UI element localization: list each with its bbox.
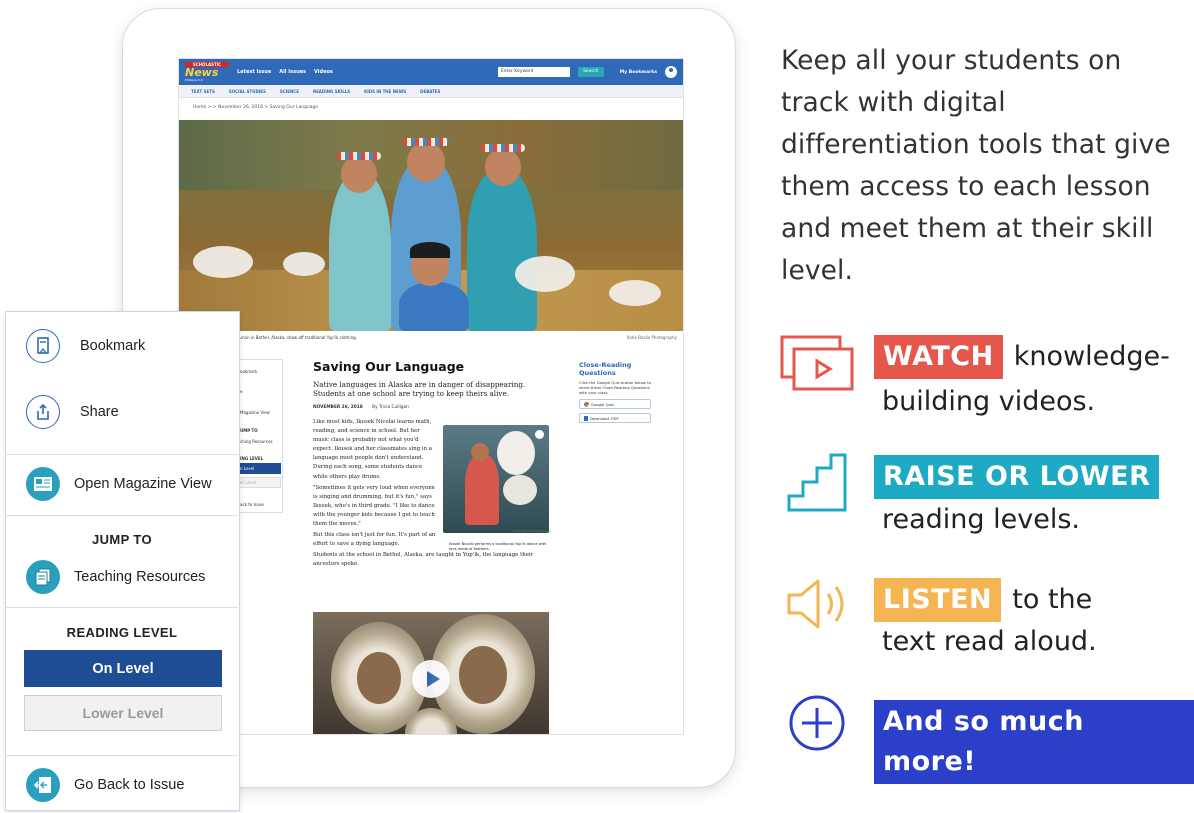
inline-photo-caption: Ikusek Nicolai performs a traditional Yu…: [449, 542, 547, 551]
my-bookmarks-link[interactable]: My Bookmarks: [620, 70, 657, 75]
video-icon: [780, 335, 854, 391]
on-level-button[interactable]: On Level: [24, 650, 222, 687]
bookmark-label: Bookmark: [80, 338, 146, 354]
nav-latest-issue[interactable]: Latest Issue: [237, 69, 271, 75]
nav-videos[interactable]: Videos: [314, 69, 333, 75]
speaker-icon: [787, 579, 844, 629]
feature-tag: RAISE OR LOWER: [874, 455, 1160, 499]
feature-text: building videos.: [882, 386, 1096, 417]
hero-credit: Katie Basile Photography: [626, 335, 677, 340]
lower-level-button[interactable]: Lower Level: [24, 695, 222, 731]
marketing-headline: Keep all your students on track with dig…: [781, 45, 1171, 286]
feature-tag: WATCH: [874, 335, 1003, 379]
article-paragraph: Like most kids, Ikusek Nicolai learns ma…: [313, 419, 432, 480]
video-player[interactable]: [313, 612, 549, 734]
nav-all-issues[interactable]: All Issues: [279, 69, 306, 75]
go-back-icon: [26, 768, 60, 802]
article-deck: Native languages in Alaska are in danger…: [313, 380, 526, 398]
feature-tag: And so much more!: [874, 700, 1194, 784]
teaching-resources-label: Teaching Resources: [74, 569, 206, 585]
stairs-icon: [787, 453, 847, 512]
page: SCHOLASTIC News Editions 5-6 Latest Issu…: [0, 0, 1194, 813]
feature-raise-lower: RAISE OR LOWER: [874, 455, 1160, 499]
go-back-label: Go Back to Issue: [74, 777, 185, 793]
article: Saving Our Language Native languages in …: [313, 359, 553, 572]
scholastic-news-logo[interactable]: SCHOLASTIC News Editions 5-6: [185, 62, 229, 82]
hero-photo: [179, 120, 683, 331]
share-label: Share: [80, 404, 119, 420]
teaching-resources-button[interactable]: Teaching Resources: [26, 560, 258, 594]
close-reading-text: Click the Google Quiz button below to sh…: [579, 380, 651, 395]
magazine-icon: [26, 467, 60, 501]
search-input[interactable]: Enter Keyword: [497, 67, 570, 77]
divider: [6, 454, 238, 455]
go-back-to-issue-button[interactable]: Go Back to Issue: [26, 768, 258, 802]
download-pdf-label: Download .PDF: [590, 415, 619, 421]
divider: [6, 755, 238, 756]
feature-text: knowledge-: [1013, 341, 1170, 372]
bookmark-button[interactable]: Bookmark: [26, 329, 258, 363]
divider: [6, 607, 238, 608]
mini-share[interactable]: e: [240, 389, 242, 394]
expand-icon[interactable]: [535, 430, 544, 439]
inline-photo[interactable]: [443, 425, 549, 533]
open-magazine-view-button[interactable]: Open Magazine View: [26, 467, 258, 501]
teaching-resources-icon: [26, 560, 60, 594]
pdf-icon: [584, 415, 588, 421]
mini-reading-level: ING LEVEL: [240, 456, 264, 461]
breadcrumb[interactable]: Home > > November 26, 2018 > Saving Our …: [179, 98, 683, 120]
inline-photo-credit: Katie Basile Photography: [513, 529, 551, 533]
reading-level-heading: READING LEVEL: [66, 625, 178, 640]
download-pdf-button[interactable]: Download .PDF: [579, 413, 651, 423]
site-header: SCHOLASTIC News Editions 5-6 Latest Issu…: [179, 59, 683, 85]
bookmark-icon: [26, 329, 60, 363]
mini-teaching-resources[interactable]: ching Resources: [240, 439, 273, 444]
article-paragraph: But this class isn't just for fun. It's …: [313, 532, 436, 548]
close-reading-title: Close-Reading Questions: [579, 361, 632, 377]
share-button[interactable]: Share: [26, 395, 258, 429]
article-paragraph: Students at the school in Bethel, Alaska…: [313, 552, 534, 568]
magazine-view-label: Open Magazine View: [74, 476, 212, 492]
subnav-text-sets[interactable]: TEXT SETS: [191, 89, 215, 94]
mini-go-back[interactable]: ack to Issue: [240, 502, 264, 507]
article-author: By Tricia Culligan: [372, 405, 409, 410]
subnav-debates[interactable]: DEBATES: [420, 89, 440, 94]
jump-to-heading: JUMP TO: [91, 532, 153, 547]
feature-text: reading levels.: [882, 504, 1080, 535]
subnav-kids-in-the-news[interactable]: KIDS IN THE NEWS: [364, 89, 406, 94]
google-icon: [584, 401, 589, 407]
feature-tag: LISTEN: [874, 578, 1002, 622]
plus-icon: [789, 695, 845, 751]
feature-more: And so much more!: [874, 700, 1194, 784]
google-quiz-button[interactable]: Google Quiz: [579, 399, 651, 409]
brand-name: News: [185, 66, 219, 79]
article-body: Like most kids, Ikusek Nicolai learns ma…: [313, 418, 437, 549]
divider: [6, 515, 238, 516]
user-icon[interactable]: [665, 66, 677, 78]
brand-edition: Editions 5-6: [185, 78, 203, 82]
subnav-reading-skills[interactable]: READING SKILLS: [313, 89, 350, 94]
feature-watch: WATCH knowledge-: [874, 335, 1170, 379]
search-button[interactable]: Search: [577, 67, 604, 77]
article-title: Saving Our Language: [313, 359, 465, 374]
subnav: TEXT SETS SOCIAL STUDIES SCIENCE READING…: [179, 85, 683, 98]
article-paragraph: "Sometimes it gets very loud when everyo…: [313, 484, 435, 528]
article-byline: NOVEMBER 26, 2018 By Tricia Culligan: [313, 405, 553, 410]
subnav-science[interactable]: SCIENCE: [280, 89, 299, 94]
feature-text: text read aloud.: [882, 626, 1097, 657]
share-icon: [26, 395, 60, 429]
subnav-social-studies[interactable]: SOCIAL STUDIES: [229, 89, 266, 94]
feature-text: to the: [1012, 584, 1093, 615]
mini-bookmark[interactable]: ookmark: [240, 369, 258, 374]
article-date: NOVEMBER 26, 2018: [313, 405, 363, 410]
article-body-wide: Students at the school in Bethel, Alaska…: [313, 551, 549, 569]
feature-listen: LISTEN to the: [874, 578, 1092, 622]
google-quiz-label: Google Quiz: [591, 401, 615, 407]
play-icon[interactable]: [412, 660, 450, 698]
close-reading-box: Close-Reading Questions Click the Google…: [579, 361, 651, 423]
tools-panel: Bookmark Share Open Magazine View JUMP T…: [5, 311, 240, 811]
